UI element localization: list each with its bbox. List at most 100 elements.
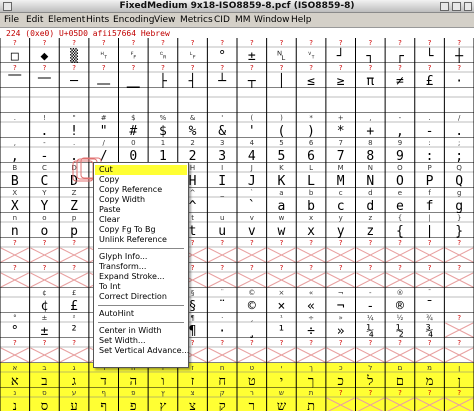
glyph-image: ° (11, 324, 19, 339)
menu-item-set-vertical-advance[interactable]: Set Vertical Advance... (95, 346, 189, 356)
glyph-cell[interactable] (296, 97, 326, 113)
glyph-label: u (220, 214, 224, 222)
maximize-icon[interactable] (452, 2, 461, 11)
glyph-image: C (41, 174, 49, 189)
glyph-cell[interactable] (118, 97, 149, 113)
menu-item-cut[interactable]: Cut (95, 165, 187, 175)
glyph-cell[interactable] (385, 397, 415, 411)
menu-item-expand-stroke[interactable]: Expand Stroke... (95, 272, 187, 282)
glyph-label: + (338, 114, 344, 122)
glyph-cell[interactable] (414, 97, 445, 113)
glyph-cell[interactable] (148, 97, 178, 113)
menu-file[interactable]: File (4, 13, 19, 27)
glyph-cell[interactable] (325, 97, 356, 113)
menu-item-transform[interactable]: Transform... (95, 262, 187, 272)
glyph-label: ? (220, 239, 224, 247)
menu-cid[interactable]: CID (214, 13, 230, 27)
glyph-cell[interactable] (59, 97, 89, 113)
glyph-cell[interactable] (0, 97, 30, 113)
glyph-image: Y (41, 199, 49, 214)
menu-item-to-int[interactable]: To Int (95, 282, 187, 292)
glyph-image: - (366, 299, 374, 314)
glyph-label: ' (221, 114, 223, 122)
menu-item-correct-direction[interactable]: Correct Direction (95, 292, 187, 302)
menu-item-glyph-info[interactable]: Glyph Info... (95, 252, 187, 262)
menu-item-center-in-width[interactable]: Center in Width (95, 326, 187, 336)
glyph-image: ² (70, 324, 78, 339)
glyph-label: ¹ (280, 314, 283, 322)
glyph-label: ? (220, 64, 224, 72)
glyph-label: | (428, 214, 430, 222)
glyph-image: d (366, 199, 374, 214)
menu-item-set-width[interactable]: Set Width... (95, 336, 187, 346)
glyph-label: א (12, 364, 17, 372)
menu-item-copy-fg-to-bg[interactable]: Copy Fg To Bg (95, 225, 187, 235)
glyph-image: נ (13, 399, 17, 411)
glyph-image: ח (218, 374, 226, 389)
menu-encoding[interactable]: Encoding (113, 13, 154, 27)
glyph-label: ? (13, 39, 17, 47)
glyph-label-cell (177, 88, 208, 97)
glyph-label: ¢ (42, 289, 46, 297)
glyph-label: נ (13, 389, 16, 397)
glyph-image: ¼ (366, 324, 374, 339)
glyph-cell[interactable] (325, 397, 356, 411)
fontforge-window: FixedMedium 9x18-ISO8859-8.pcf (ISO8859-… (0, 0, 474, 411)
menu-help[interactable]: Help (291, 13, 312, 27)
glyph-cell[interactable] (207, 97, 237, 113)
menu-element[interactable]: Element (48, 13, 85, 27)
glyph-cell[interactable] (237, 97, 267, 113)
glyph-label: ? (339, 239, 343, 247)
menu-item-clear[interactable]: Clear (95, 215, 187, 225)
glyph-image: י (280, 374, 283, 389)
glyph-image: L (307, 174, 315, 189)
menu-edit[interactable]: Edit (26, 13, 43, 27)
glyph-image: פ (130, 399, 137, 411)
glyph-image: ¯ (426, 299, 434, 314)
minimize-icon[interactable] (440, 2, 449, 11)
glyph-label: ? (398, 239, 402, 247)
glyph-cell[interactable] (444, 97, 474, 113)
glyph-cell[interactable] (88, 97, 119, 113)
glyph-label: L (309, 164, 313, 172)
glyph-label: ; (458, 139, 460, 147)
glyph-label: ^ (190, 189, 196, 197)
glyph-grid[interactable]: ? □? ◆? ▒? ␉? ␌? ␍? ␊? °? ±? ␤? ␋? ┘? ┐? ┌? └? ┼? ⎺? ⎻? ─? ⎼… (0, 38, 474, 411)
menu-item-copy[interactable]: Copy (95, 175, 187, 185)
glyph-image: ® (396, 299, 404, 314)
glyph-label: ? (220, 339, 224, 347)
close-icon[interactable] (464, 2, 472, 11)
glyph-image: ש (277, 399, 287, 411)
glyph-cell[interactable] (355, 97, 386, 113)
glyph-label-cell (88, 88, 119, 97)
glyph-label: ? (398, 39, 402, 47)
menu-item-autohint[interactable]: AutoHint (95, 309, 187, 319)
glyph-label: ) (280, 114, 283, 122)
menu-item-unlink-reference[interactable]: Unlink Reference (95, 235, 187, 245)
glyph-cell[interactable] (29, 97, 60, 113)
glyph-cell[interactable] (444, 297, 474, 313)
glyph-cell[interactable] (266, 97, 297, 113)
glyph-cell[interactable] (414, 397, 445, 411)
menu-view[interactable]: View (154, 13, 175, 27)
menu-metrics[interactable]: Metrics (180, 13, 213, 27)
glyph-cell[interactable] (355, 397, 386, 411)
glyph-cell[interactable] (0, 297, 30, 313)
menu-hints[interactable]: Hints (86, 13, 109, 27)
glyph-grid-canvas[interactable]: ?□?◆?▒?␉?␌?␍?␊?°?±?␤?␋?┘?┐?┌?└?┼?⎺?⎻?─?⎼… (0, 38, 474, 411)
glyph-label: ? (220, 39, 224, 47)
glyph-cell[interactable] (177, 97, 208, 113)
glyph-cell[interactable] (444, 397, 474, 411)
glyph-image: b (307, 199, 315, 214)
menu-item-copy-reference[interactable]: Copy Reference (95, 185, 187, 195)
menu-window[interactable]: Window (254, 13, 290, 27)
menu-item-paste[interactable]: Paste (95, 205, 187, 215)
glyph-label: ? (368, 239, 372, 247)
glyph-cell[interactable] (385, 97, 415, 113)
glyph-label: x (309, 214, 313, 222)
menu-item-copy-width[interactable]: Copy Width (95, 195, 187, 205)
glyph-label: * (309, 114, 313, 122)
glyph-cell[interactable] (0, 122, 30, 138)
glyph-label-cell (148, 88, 178, 97)
menu-mm[interactable]: MM (235, 13, 251, 27)
